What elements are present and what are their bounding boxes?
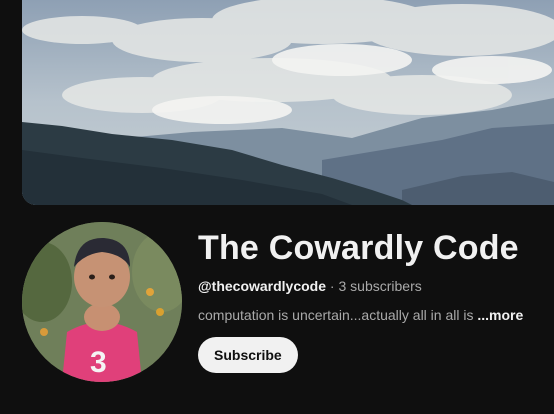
channel-meta: @thecowardlycode · 3 subscribers	[198, 276, 548, 296]
avatar-image: 3	[22, 222, 182, 382]
channel-name: The Cowardly Code	[198, 229, 519, 267]
channel-banner[interactable]	[22, 0, 554, 205]
subscriber-count: 3 subscribers	[338, 278, 422, 294]
meta-separator: ·	[329, 278, 335, 294]
channel-handle: @thecowardlycode	[198, 278, 327, 294]
description-text: computation is uncertain...actually all …	[198, 307, 474, 323]
more-link[interactable]: ...more	[477, 307, 523, 323]
svg-text:3: 3	[90, 346, 107, 379]
subscribe-button[interactable]: Subscribe	[198, 337, 298, 373]
channel-header: 3 The Cowardly Code @thecowardlycode · 3…	[0, 0, 554, 414]
banner-image	[22, 0, 554, 205]
channel-info: The Cowardly Code @thecowardlycode · 3 s…	[198, 226, 548, 373]
channel-description[interactable]: computation is uncertain...actually all …	[198, 305, 548, 325]
channel-avatar[interactable]: 3	[22, 222, 182, 382]
